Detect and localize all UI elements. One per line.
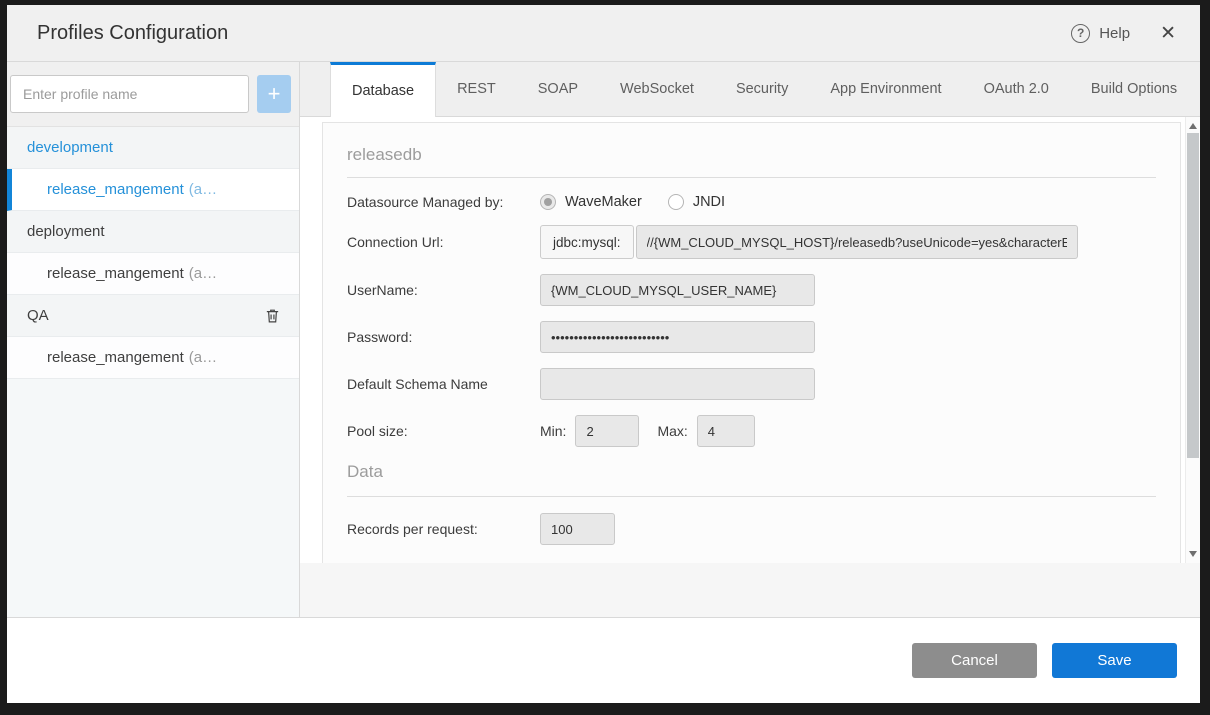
radio-selected-icon [540,194,556,210]
trash-icon [264,307,281,324]
jdbc-prefix: jdbc:mysql: [540,225,634,259]
item-label: release_mangement [47,181,184,198]
group-label: deployment [27,223,105,240]
radio-wavemaker-label: WaveMaker [565,194,642,210]
cancel-button[interactable]: Cancel [912,643,1037,678]
username-input[interactable] [540,274,815,306]
dialog-body: + development release_mangement (a… depl… [7,62,1200,617]
sidebar-group-development[interactable]: development [7,127,299,169]
connection-url-row: Connection Url: jdbc:mysql: [347,225,1156,259]
data-section-title: Data [347,462,1156,482]
radio-jndi-label: JNDI [693,194,725,210]
tab-rest[interactable]: REST [436,62,517,116]
tab-label: SOAP [538,81,578,97]
tab-oauth[interactable]: OAuth 2.0 [963,62,1070,116]
tab-websocket[interactable]: WebSocket [599,62,715,116]
datasource-label: Datasource Managed by: [347,194,540,210]
dialog-header: Profiles Configuration ? Help ✕ [7,5,1200,62]
radio-unselected-icon [668,194,684,210]
sidebar-group-deployment[interactable]: deployment [7,211,299,253]
pool-min-label: Min: [540,423,566,439]
pool-max-input[interactable] [697,415,755,447]
database-tab-content: releasedb Datasource Managed by: WaveMak… [300,117,1200,563]
profile-search-row: + [7,62,299,127]
records-label: Records per request: [347,521,540,537]
page-title: Profiles Configuration [37,22,1071,45]
records-input[interactable] [540,513,615,545]
section-divider [347,496,1156,497]
records-per-request-row: Records per request: [347,513,1156,545]
password-label: Password: [347,329,540,345]
add-profile-button[interactable]: + [257,75,291,113]
tab-app-environment[interactable]: App Environment [809,62,962,116]
password-input[interactable] [540,321,815,353]
tab-label: App Environment [830,81,941,97]
pool-size-row: Pool size: Min: Max: [347,415,1156,447]
help-icon: ? [1071,24,1090,43]
sidebar-group-qa[interactable]: QA [7,295,299,337]
help-label: Help [1099,25,1130,42]
connection-url-input[interactable] [636,225,1078,259]
tab-label: Security [736,81,788,97]
config-tabs: Database REST SOAP WebSocket Security Ap… [300,62,1200,117]
tab-label: OAuth 2.0 [984,81,1049,97]
sidebar-item-release-mangement-qa[interactable]: release_mangement (a… [7,337,299,379]
tab-label: Database [352,83,414,99]
connection-url-label: Connection Url: [347,234,540,250]
schema-input[interactable] [540,368,815,400]
save-button[interactable]: Save [1052,643,1177,678]
tab-label: WebSocket [620,81,694,97]
username-row: UserName: [347,274,1156,306]
item-label: release_mangement [47,349,184,366]
group-label: QA [27,307,49,324]
item-suffix: (a… [189,181,217,198]
tab-content-spacer [300,563,1200,617]
section-divider [347,177,1156,178]
password-row: Password: [347,321,1156,353]
profile-detail-pane: Database REST SOAP WebSocket Security Ap… [300,62,1200,617]
scrollbar-thumb[interactable] [1187,133,1199,458]
profiles-sidebar: + development release_mangement (a… depl… [7,62,300,617]
radio-jndi[interactable]: JNDI [668,194,725,210]
profiles-configuration-dialog: Profiles Configuration ? Help ✕ + develo… [7,5,1200,703]
scroll-up-arrow-icon[interactable] [1186,119,1200,133]
item-label: release_mangement [47,265,184,282]
tab-build-options[interactable]: Build Options [1070,62,1198,116]
dialog-footer: Cancel Save [7,617,1200,703]
profile-name-input[interactable] [10,75,249,113]
pool-max-label: Max: [657,423,687,439]
pool-min-input[interactable] [575,415,639,447]
username-label: UserName: [347,282,540,298]
help-button[interactable]: ? Help [1071,24,1130,43]
tab-label: REST [457,81,496,97]
delete-profile-button[interactable] [264,307,281,324]
close-icon[interactable]: ✕ [1160,24,1176,43]
item-suffix: (a… [189,349,217,366]
vertical-scrollbar[interactable] [1185,117,1200,563]
datasource-row: Datasource Managed by: WaveMaker JNDI [347,194,1156,210]
profile-list: development release_mangement (a… deploy… [7,127,299,379]
plus-icon: + [268,81,281,106]
pool-size-label: Pool size: [347,423,540,439]
tab-database[interactable]: Database [330,62,436,117]
schema-row: Default Schema Name [347,368,1156,400]
database-form-panel: releasedb Datasource Managed by: WaveMak… [322,122,1181,563]
tab-security[interactable]: Security [715,62,809,116]
tab-soap[interactable]: SOAP [517,62,599,116]
schema-label: Default Schema Name [347,376,540,392]
group-label: development [27,139,113,156]
sidebar-item-release-mangement-deploy[interactable]: release_mangement (a… [7,253,299,295]
sidebar-item-release-mangement-dev[interactable]: release_mangement (a… [7,169,299,211]
radio-wavemaker[interactable]: WaveMaker [540,194,642,210]
tab-label: Build Options [1091,81,1177,97]
scroll-down-arrow-icon[interactable] [1186,547,1200,561]
item-suffix: (a… [189,265,217,282]
db-section-title: releasedb [347,145,1156,165]
